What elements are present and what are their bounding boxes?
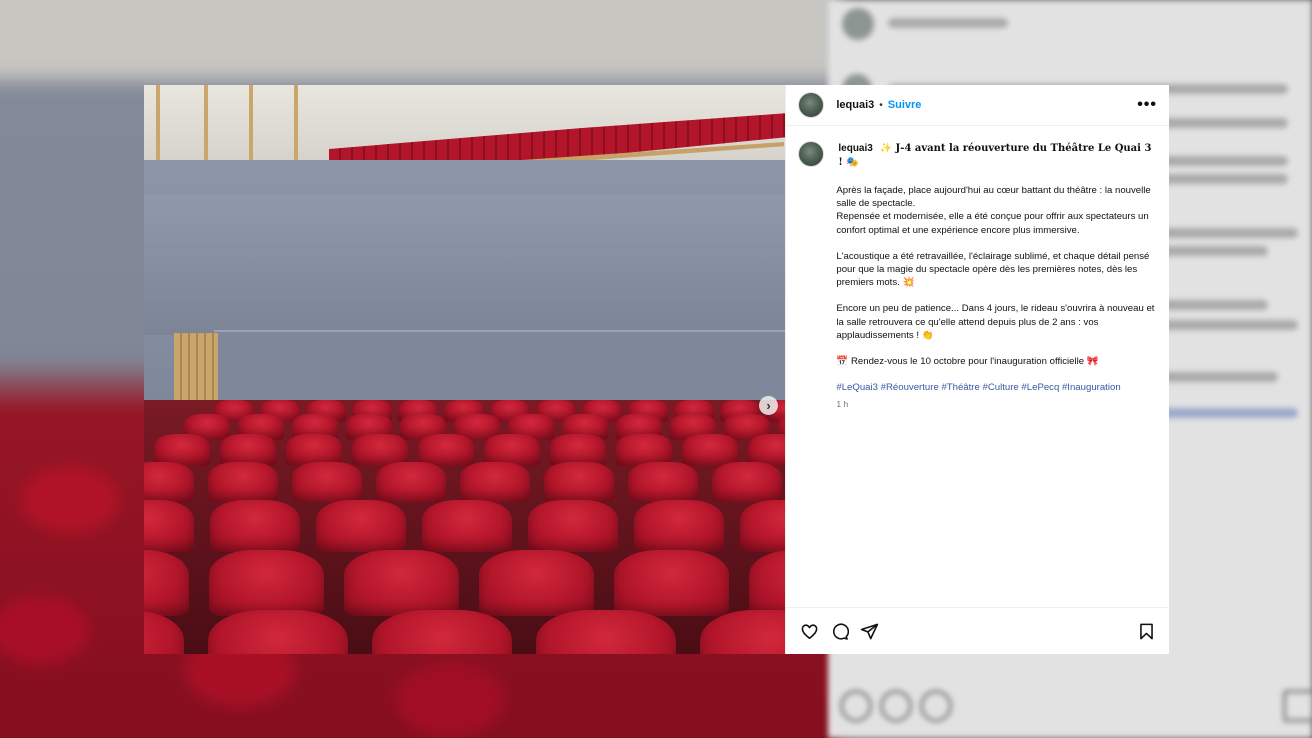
theatre-seat	[372, 610, 512, 654]
caption-avatar[interactable]	[798, 141, 825, 167]
separator-dot: •	[879, 99, 883, 111]
bookmark-icon	[1139, 623, 1153, 639]
comment-icon	[832, 622, 849, 640]
post-photo[interactable]: ›	[144, 85, 786, 654]
post-side-panel: lequai3 • Suivre ••• lequai3 ✨ J-4 avant…	[785, 85, 1169, 654]
hashtags[interactable]: #LeQuai3 #Réouverture #Théâtre #Culture …	[836, 381, 1157, 394]
heart-icon	[801, 623, 818, 639]
timestamp: 1 h	[836, 399, 849, 410]
caption-paragraph: 📅 Rendez-vous le 10 octobre pour l'inaug…	[836, 356, 1099, 368]
caption-head: lequai3 ✨ J-4 avant la réouverture du Th…	[798, 141, 1157, 170]
caption-username[interactable]: lequai3	[838, 143, 872, 154]
theatre-seat	[634, 500, 724, 552]
theatre-seat	[144, 500, 194, 552]
post-header: lequai3 • Suivre •••	[786, 85, 1169, 126]
theatre-seat	[544, 462, 614, 502]
caption-paragraph: Après la façade, place aujourd'hui au cœ…	[836, 185, 1151, 236]
theatre-seat	[418, 434, 474, 466]
like-button[interactable]	[798, 620, 820, 642]
theatre-seat	[628, 462, 698, 502]
caption-area: lequai3 ✨ J-4 avant la réouverture du Th…	[786, 126, 1169, 607]
theatre-seat	[682, 434, 738, 466]
caption-body: Après la façade, place aujourd'hui au cœ…	[836, 184, 1157, 368]
theatre-seat	[700, 610, 786, 654]
theatre-seat	[740, 500, 786, 552]
theatre-seat	[144, 550, 189, 616]
theatre-seat	[536, 610, 676, 654]
save-button[interactable]	[1135, 620, 1157, 642]
theatre-seat	[208, 610, 348, 654]
share-icon	[860, 623, 879, 639]
action-bar	[786, 607, 1169, 654]
theatre-seat	[614, 550, 729, 616]
more-options-button[interactable]: •••	[1137, 97, 1157, 113]
theatre-seat	[749, 550, 786, 616]
theatre-seat	[422, 500, 512, 552]
comment-button[interactable]	[828, 620, 850, 642]
theatre-seats	[144, 400, 786, 654]
caption-paragraph: L'acoustique a été retravaillée, l'éclai…	[836, 250, 1150, 289]
theatre-seat	[144, 462, 194, 502]
post-modal: › lequai3 • Suivre ••• lequai3 ✨ J-4 ava…	[144, 85, 1169, 654]
share-button[interactable]	[858, 620, 880, 642]
theatre-seat	[344, 550, 459, 616]
theatre-seat	[144, 610, 184, 654]
theatre-seat	[712, 462, 782, 502]
theatre-seat	[208, 462, 278, 502]
caption-paragraph: Encore un peu de patience... Dans 4 jour…	[836, 303, 1155, 341]
theatre-seat	[292, 462, 362, 502]
theatre-seat	[316, 500, 406, 552]
avatar[interactable]	[798, 92, 825, 118]
username-link[interactable]: lequai3	[836, 99, 874, 111]
theatre-seat	[479, 550, 594, 616]
theatre-seat	[376, 462, 446, 502]
caption-title: ✨ J-4 avant la réouverture du Théâtre Le…	[838, 143, 1152, 168]
theatre-seat	[528, 500, 618, 552]
theatre-seat	[460, 462, 530, 502]
theatre-seat	[210, 500, 300, 552]
follow-button[interactable]: Suivre	[888, 99, 922, 111]
carousel-next-button[interactable]: ›	[759, 396, 778, 415]
theatre-seat	[209, 550, 324, 616]
